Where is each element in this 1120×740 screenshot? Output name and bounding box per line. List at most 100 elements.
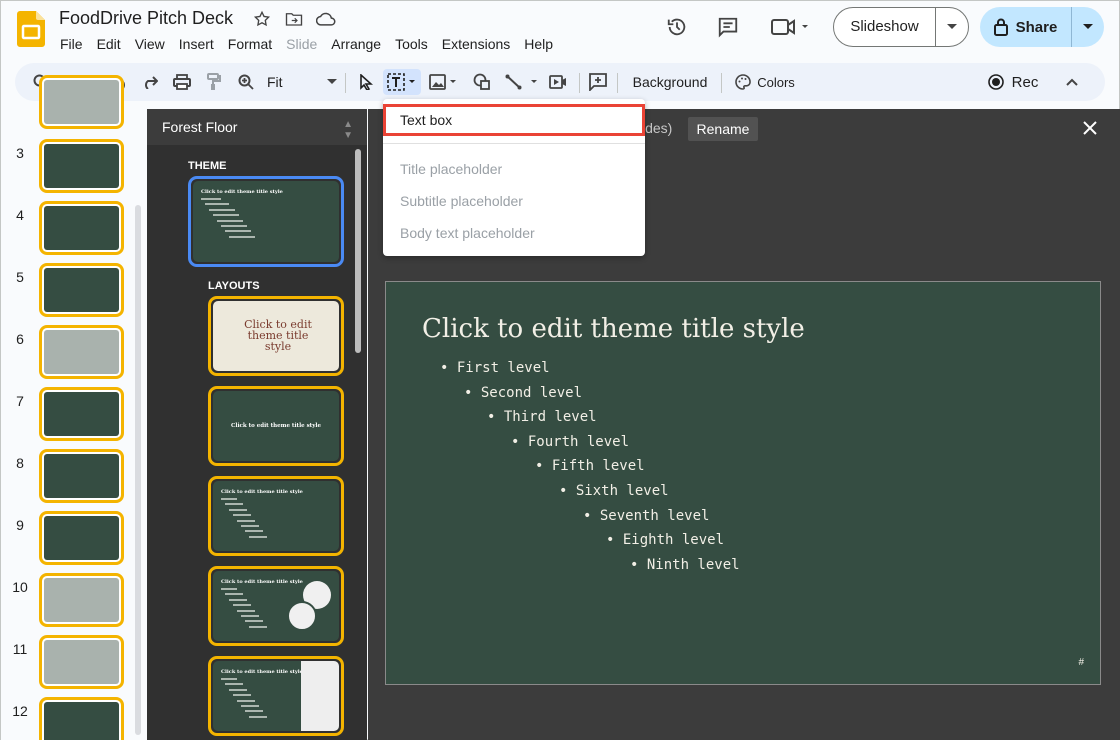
menu-extensions[interactable]: Extensions <box>435 34 517 54</box>
comments-icon[interactable] <box>710 9 746 45</box>
slide-filmstrip[interactable]: 3 4 5 6 7 8 9 10 11 12 <box>1 75 147 740</box>
slide-canvas[interactable]: Click to edit theme title style • First … <box>385 281 1101 685</box>
level-text: Sixth level <box>575 483 669 499</box>
menu-arrange[interactable]: Arrange <box>324 34 388 54</box>
layout-thumbnail-title-side-image[interactable]: Click to edit theme title style <box>208 656 344 736</box>
filmstrip-slide[interactable]: 8 <box>1 449 141 511</box>
add-comment-icon[interactable] <box>587 69 609 95</box>
slide-thumbnail[interactable] <box>39 387 124 441</box>
document-title[interactable]: FoodDrive Pitch Deck <box>59 8 233 29</box>
layout-thumbnail-section[interactable]: Click to edit theme title style <box>208 386 344 466</box>
line-tool-icon[interactable] <box>503 69 543 95</box>
collapse-toolbar-icon[interactable] <box>1061 69 1083 95</box>
redo-icon[interactable] <box>139 69 161 95</box>
filmstrip-slide[interactable]: 5 <box>1 263 141 325</box>
slide-thumbnail[interactable] <box>39 573 124 627</box>
colors-button[interactable]: Colors <box>731 69 799 95</box>
menu-view[interactable]: View <box>128 34 172 54</box>
star-icon[interactable] <box>251 9 273 29</box>
zoom-value: Fit <box>267 74 283 90</box>
rename-button[interactable]: Rename <box>688 117 758 141</box>
filmstrip-slide[interactable]: 3 <box>1 139 141 201</box>
paint-format-icon[interactable] <box>203 69 225 95</box>
menu-help[interactable]: Help <box>517 34 560 54</box>
menu-item-text-box[interactable]: Text box <box>383 104 645 136</box>
theme-name[interactable]: Forest Floor <box>162 119 237 135</box>
slide-thumbnail[interactable] <box>39 511 124 565</box>
slide-thumbnail[interactable] <box>39 201 124 255</box>
thumb-body-lines <box>221 498 267 541</box>
slide-thumbnail[interactable] <box>39 75 124 129</box>
share-dropdown-icon[interactable] <box>1072 18 1104 36</box>
body-level-9[interactable]: • Ninth level <box>630 557 740 573</box>
slide-number: 5 <box>16 269 24 285</box>
filmstrip-slide[interactable]: 7 <box>1 387 141 449</box>
close-icon[interactable] <box>1080 118 1100 138</box>
level-text: Eighth level <box>622 532 725 548</box>
insert-image-icon[interactable] <box>427 69 461 95</box>
select-tool-icon[interactable] <box>353 69 379 95</box>
record-button[interactable]: Rec <box>985 69 1041 95</box>
slide-number: 9 <box>16 517 24 533</box>
zoom-icon[interactable] <box>235 69 257 95</box>
slide-thumbnail[interactable] <box>39 635 124 689</box>
filmstrip-slide[interactable]: 9 <box>1 511 141 573</box>
menu-format[interactable]: Format <box>221 34 279 54</box>
slide-thumbnail[interactable] <box>39 449 124 503</box>
layouts-section-label: LAYOUTS <box>208 280 260 292</box>
move-folder-icon[interactable] <box>283 9 305 29</box>
cloud-saved-icon[interactable] <box>315 9 337 29</box>
slide-thumbnail[interactable] <box>39 325 124 379</box>
body-level-5[interactable]: • Fifth level <box>535 458 645 474</box>
theme-panel-scrollbar[interactable] <box>355 149 361 353</box>
share-main[interactable]: Share <box>980 7 1072 47</box>
filmstrip-slide[interactable]: 12 <box>1 697 141 740</box>
filmstrip-slide[interactable]: 11 <box>1 635 141 697</box>
body-level-1[interactable]: • First level <box>440 360 550 376</box>
filmstrip-slide[interactable]: 6 <box>1 325 141 387</box>
zoom-select[interactable]: Fit <box>267 69 337 95</box>
menu-bar: File Edit View Insert Format Slide Arran… <box>53 34 560 54</box>
slide-title-placeholder[interactable]: Click to edit theme title style <box>422 314 805 344</box>
slide-number: 4 <box>16 207 24 223</box>
version-history-icon[interactable] <box>659 9 695 45</box>
layout-thumbnail-title-body[interactable]: Click to edit theme title style <box>208 476 344 556</box>
slideshow-button[interactable]: Slideshow <box>833 7 969 47</box>
body-level-6[interactable]: • Sixth level <box>559 483 669 499</box>
shape-icon[interactable] <box>471 69 493 95</box>
slides-logo-icon[interactable] <box>17 11 45 47</box>
filmstrip-slide[interactable] <box>1 75 141 137</box>
slide-thumbnail[interactable] <box>39 139 124 193</box>
slide-number-placeholder[interactable]: # <box>1078 657 1084 668</box>
menu-tools[interactable]: Tools <box>388 34 435 54</box>
body-level-3[interactable]: • Third level <box>487 409 597 425</box>
meet-call-icon[interactable] <box>765 9 815 45</box>
level-text: First level <box>456 360 550 376</box>
theme-master-thumbnail[interactable]: Click to edit theme title style <box>188 176 344 267</box>
menu-divider <box>383 143 645 144</box>
filmstrip-slide[interactable]: 10 <box>1 573 141 635</box>
slide-thumbnail[interactable] <box>39 263 124 317</box>
layout-thumbnail-title[interactable]: Click to edit theme title style <box>208 296 344 376</box>
slide-number: 12 <box>12 703 28 719</box>
filmstrip-scrollbar[interactable] <box>135 205 141 735</box>
body-level-4[interactable]: • Fourth level <box>511 434 629 450</box>
print-icon[interactable] <box>171 69 193 95</box>
background-button[interactable]: Background <box>627 69 713 95</box>
insert-video-icon[interactable] <box>547 69 569 95</box>
body-level-7[interactable]: • Seventh level <box>583 508 709 524</box>
share-button[interactable]: Share <box>980 7 1104 47</box>
menu-item-subtitle-placeholder: Subtitle placeholder <box>400 193 523 209</box>
slideshow-label[interactable]: Slideshow <box>834 8 936 46</box>
layout-thumbnail-title-images[interactable]: Click to edit theme title style <box>208 566 344 646</box>
menu-edit[interactable]: Edit <box>90 34 128 54</box>
slide-thumbnail[interactable] <box>39 697 124 740</box>
text-box-tool-button[interactable] <box>383 69 421 95</box>
thumb-title: Click to edit theme title style <box>221 579 303 585</box>
body-level-8[interactable]: • Eighth level <box>606 532 724 548</box>
menu-file[interactable]: File <box>53 34 90 54</box>
slideshow-dropdown-icon[interactable] <box>936 18 968 36</box>
filmstrip-slide[interactable]: 4 <box>1 201 141 263</box>
menu-insert[interactable]: Insert <box>172 34 221 54</box>
body-level-2[interactable]: • Second level <box>464 385 582 401</box>
